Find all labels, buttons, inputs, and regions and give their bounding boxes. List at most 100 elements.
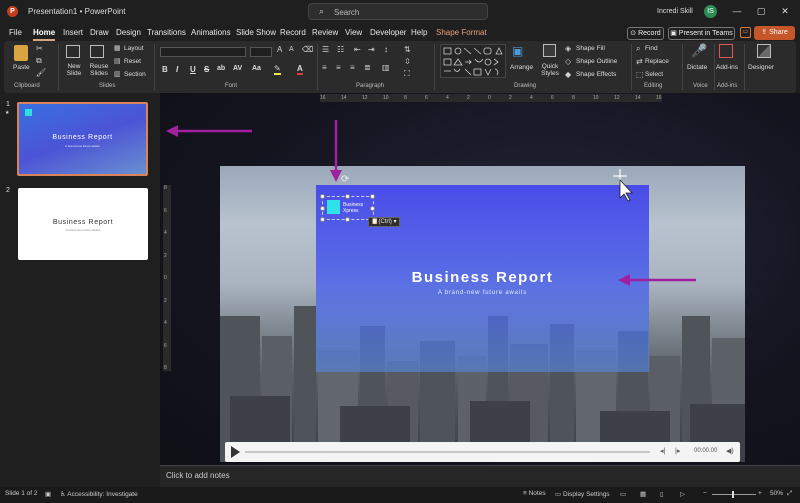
line-spacing-icon[interactable]: ↕	[384, 45, 388, 54]
close-button[interactable]: ✕	[778, 5, 792, 17]
shape-outline-button[interactable]: Shape Outline	[576, 58, 617, 65]
align-right-icon[interactable]: ≡	[350, 63, 355, 72]
paste-options-button[interactable]: 📋(Ctrl) ▾	[368, 217, 400, 227]
maximize-button[interactable]: ▢	[754, 5, 768, 17]
strikethrough-button[interactable]: S	[204, 65, 209, 74]
arrange-button[interactable]: Arrange	[510, 64, 533, 71]
step-back-icon[interactable]: ◂|	[660, 447, 665, 455]
highlight-icon[interactable]: ✎	[274, 64, 281, 75]
tab-shape-format[interactable]: Shape Format	[436, 28, 487, 37]
italic-button[interactable]: I	[176, 65, 178, 74]
zoom-slider-thumb[interactable]	[732, 491, 734, 498]
present-in-teams-button[interactable]: ▣ Present in Teams	[668, 27, 735, 40]
increase-font-icon[interactable]: A	[277, 45, 282, 54]
tab-design[interactable]: Design	[116, 28, 141, 37]
slideshow-view-icon[interactable]: ▷	[680, 490, 685, 498]
accessibility-status[interactable]: ♿ Accessibility: Investigate	[60, 490, 138, 498]
justify-icon[interactable]: ≣	[364, 63, 371, 72]
tab-home[interactable]: Home	[33, 28, 56, 41]
columns-icon[interactable]: ▥	[382, 63, 390, 72]
font-family-dropdown[interactable]	[160, 47, 246, 57]
format-painter-icon[interactable]: 🖌	[36, 68, 46, 77]
play-icon[interactable]	[231, 446, 240, 458]
seek-bar[interactable]	[245, 451, 650, 453]
bold-button[interactable]: B	[162, 65, 168, 74]
slide-thumbnail[interactable]: Business Report A brand-new future await…	[18, 188, 148, 260]
designer-icon[interactable]	[757, 44, 771, 58]
paste-icon[interactable]	[14, 45, 28, 61]
paste-label[interactable]: Paste	[13, 64, 30, 71]
tab-help[interactable]: Help	[411, 28, 427, 37]
tab-view[interactable]: View	[345, 28, 362, 37]
share-button[interactable]: ⇪ Share	[754, 26, 795, 40]
tab-insert[interactable]: Insert	[63, 28, 83, 37]
font-size-dropdown[interactable]	[250, 47, 272, 57]
zoom-out-icon[interactable]: −	[703, 490, 707, 497]
tab-file[interactable]: File	[9, 28, 22, 37]
tab-transitions[interactable]: Transitions	[147, 28, 186, 37]
new-slide-icon[interactable]	[66, 45, 80, 58]
bullets-icon[interactable]: ☰	[322, 45, 329, 54]
layout-button[interactable]: Layout	[124, 45, 144, 52]
shapes-gallery[interactable]	[440, 44, 506, 78]
tab-draw[interactable]: Draw	[90, 28, 109, 37]
resize-handle[interactable]	[370, 206, 375, 211]
tab-slide-show[interactable]: Slide Show	[236, 28, 276, 37]
tab-review[interactable]: Review	[312, 28, 338, 37]
reuse-slides-icon[interactable]	[90, 45, 104, 58]
display-settings-button[interactable]: ▭ Display Settings	[555, 490, 610, 498]
reuse-slides-label[interactable]: Reuse Slides	[88, 63, 110, 77]
zoom-in-icon[interactable]: +	[758, 490, 762, 497]
increase-indent-icon[interactable]: ⇥	[368, 45, 375, 54]
tab-record[interactable]: Record	[280, 28, 306, 37]
comments-icon[interactable]: ▭	[740, 27, 751, 38]
reset-button[interactable]: Reset	[124, 58, 141, 65]
decrease-font-icon[interactable]: A	[289, 46, 294, 53]
tab-developer[interactable]: Developer	[370, 28, 406, 37]
fit-to-window-icon[interactable]: ⤢	[787, 490, 792, 498]
align-text-icon[interactable]: ⇳	[404, 57, 411, 66]
align-center-icon[interactable]: ≡	[336, 63, 341, 72]
numbering-icon[interactable]: ☷	[337, 45, 344, 54]
user-avatar[interactable]: IS	[704, 5, 717, 18]
user-name[interactable]: Incredi Skill	[657, 8, 693, 15]
minimize-button[interactable]: —	[730, 5, 744, 17]
resize-handle[interactable]	[320, 206, 325, 211]
slide-subtitle[interactable]: A brand-new future awaits	[316, 290, 649, 296]
text-direction-icon[interactable]: ⇅	[404, 45, 411, 54]
slide-thumbnail[interactable]: Business Report A brand-new future await…	[17, 102, 148, 176]
underline-button[interactable]: U	[190, 65, 196, 74]
smartart-icon[interactable]: ⛶	[404, 69, 410, 79]
volume-icon[interactable]: ◀)	[726, 447, 734, 455]
replace-button[interactable]: Replace	[645, 58, 669, 65]
clear-formatting-icon[interactable]: ⌫	[302, 45, 313, 54]
resize-handle[interactable]	[370, 194, 375, 199]
slide-title[interactable]: Business Report	[316, 269, 649, 286]
copy-icon[interactable]: ⧉	[36, 56, 42, 66]
shape-fill-button[interactable]: Shape Fill	[576, 45, 605, 52]
addins-button[interactable]: Add-ins	[716, 64, 738, 71]
quick-styles-button[interactable]: Quick Styles	[538, 63, 562, 77]
search-box[interactable]: ⌕ Search	[308, 3, 488, 20]
notes-placeholder[interactable]: Click to add notes	[166, 471, 230, 480]
step-forward-icon[interactable]: |▸	[675, 447, 680, 455]
select-button[interactable]: Select	[645, 71, 663, 78]
tab-animations[interactable]: Animations	[191, 28, 231, 37]
resize-handle[interactable]	[345, 217, 350, 222]
shape-effects-button[interactable]: Shape Effects	[576, 71, 616, 78]
notes-pane[interactable]: Click to add notes	[160, 465, 800, 487]
new-slide-label[interactable]: New Slide	[64, 63, 84, 77]
decrease-indent-icon[interactable]: ⇤	[354, 45, 361, 54]
dictate-button[interactable]: Dictate	[687, 64, 707, 71]
slide-sorter-icon[interactable]: ▦	[640, 490, 646, 498]
align-left-icon[interactable]: ≡	[322, 63, 327, 72]
find-button[interactable]: Find	[645, 45, 658, 52]
font-color-button[interactable]: A	[297, 64, 303, 75]
resize-handle[interactable]	[345, 194, 350, 199]
zoom-slider[interactable]	[712, 494, 756, 495]
text-shadow-button[interactable]: ab	[217, 65, 225, 72]
zoom-level[interactable]: 50%	[770, 490, 783, 497]
designer-button[interactable]: Designer	[748, 64, 774, 71]
normal-view-icon[interactable]: ▭	[620, 490, 626, 498]
resize-handle[interactable]	[320, 194, 325, 199]
